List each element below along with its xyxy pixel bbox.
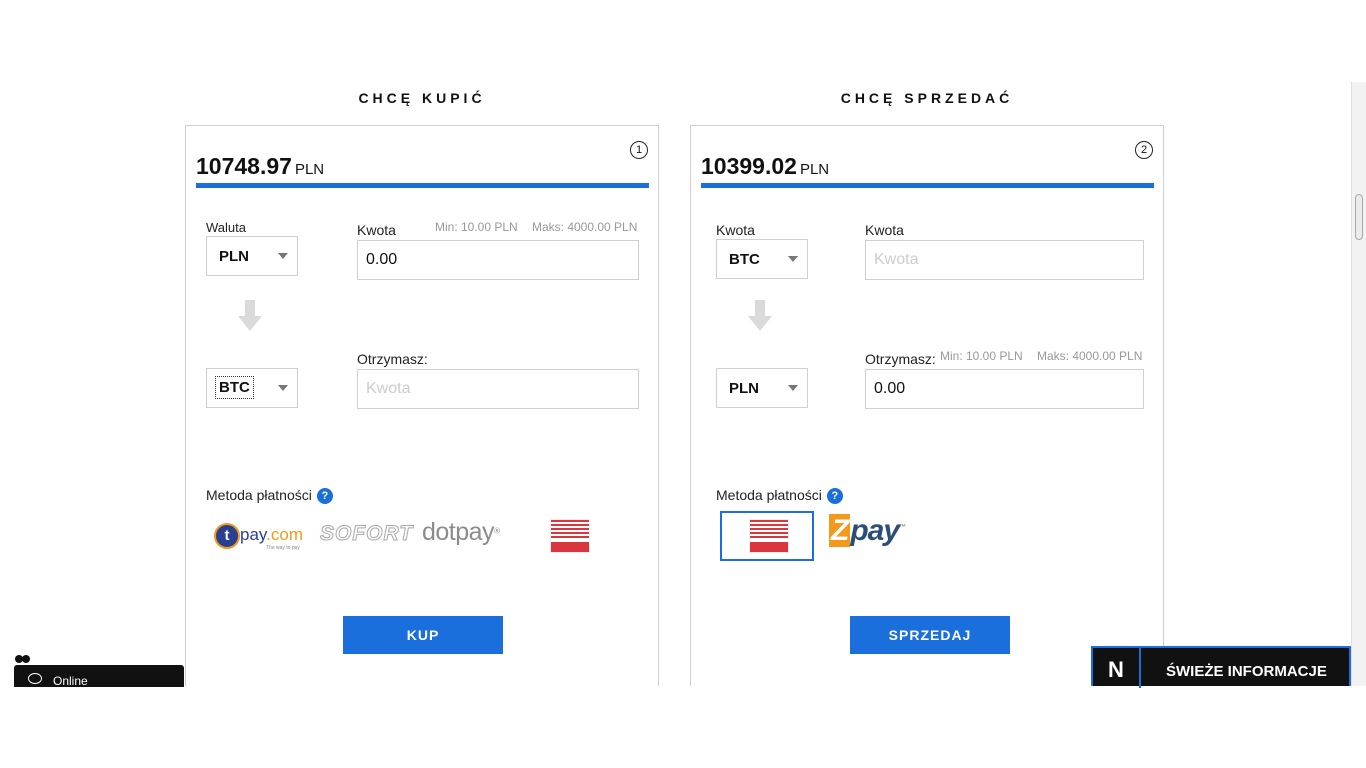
help-icon[interactable]: ?	[826, 488, 843, 505]
page-scrollbar[interactable]	[1351, 82, 1366, 686]
arrow-down-icon	[748, 300, 772, 332]
chat-bubble-icon	[28, 673, 42, 684]
news-widget[interactable]: N ŚWIEŻE INFORMACJE	[1091, 646, 1351, 688]
chevron-down-icon	[788, 256, 798, 262]
max-hint: Maks: 4000.00 PLN	[532, 220, 638, 234]
poczta-polska-option[interactable]	[550, 519, 590, 553]
amount-input[interactable]	[865, 240, 1144, 280]
chevron-down-icon	[278, 385, 288, 391]
amount-label: Kwota	[357, 222, 396, 238]
zpay-text: pay	[850, 514, 900, 547]
to-currency-value: PLN	[729, 380, 759, 397]
to-currency-select[interactable]: BTC	[206, 368, 298, 408]
from-currency-value: BTC	[729, 251, 760, 268]
chevron-down-icon	[278, 253, 288, 259]
from-currency-select[interactable]: BTC	[716, 239, 808, 279]
scrollbar-thumb[interactable]	[1355, 194, 1363, 240]
step-number: 2	[1135, 141, 1153, 159]
sell-panel: 2 10399.02PLN Kwota BTC Kwota PLN Otrzym…	[690, 125, 1164, 686]
receive-label: Otrzymasz:	[357, 351, 428, 367]
zpay-z-mark: Z	[829, 514, 851, 547]
amount-input[interactable]	[357, 240, 639, 280]
buy-button[interactable]: KUP	[343, 616, 503, 654]
min-hint: Min: 10.00 PLN	[940, 349, 1023, 363]
receive-label: Otrzymasz:	[865, 351, 936, 367]
price-underline	[701, 183, 1154, 188]
sell-price-currency: PLN	[799, 161, 830, 178]
chat-bar[interactable]: Online	[14, 665, 184, 688]
sell-heading: CHCĘ SPRZEDAĆ	[840, 90, 1014, 106]
from-currency-value: PLN	[219, 248, 249, 265]
sell-price-value: 10399.02	[701, 153, 797, 179]
poczta-polska-logo	[551, 520, 589, 540]
registered-mark: ®	[494, 526, 500, 536]
arrow-down-icon	[238, 300, 262, 332]
buy-heading: CHCĘ KUPIĆ	[358, 90, 486, 106]
currency-label: Waluta	[206, 220, 246, 235]
sell-button[interactable]: SPRZEDAJ	[850, 616, 1010, 654]
news-title: ŚWIEŻE INFORMACJE	[1166, 663, 1327, 680]
sell-price: 10399.02 PLN	[701, 153, 829, 180]
dotpay-logo: dotpay	[422, 518, 495, 546]
min-hint: Min: 10.00 PLN	[435, 220, 518, 234]
dotpay-option[interactable]: dotpay®	[422, 518, 500, 547]
receive-input[interactable]	[865, 369, 1144, 409]
news-logo-icon: N	[1093, 648, 1141, 688]
payment-method-label: Metoda płatności?	[206, 487, 333, 505]
poczta-polska-horn-icon	[551, 542, 589, 552]
trademark-mark: ™	[899, 524, 906, 531]
amount-label-left: Kwota	[716, 222, 755, 238]
buy-panel: 1 10748.97 PLN Waluta PLN Kwota Min: 10.0…	[185, 125, 659, 686]
tpay-logo-text: pay.com	[240, 525, 303, 544]
from-currency-select[interactable]: PLN	[206, 236, 298, 276]
payment-method-text: Metoda płatności	[206, 487, 312, 503]
to-currency-value: BTC	[215, 376, 254, 399]
to-currency-select[interactable]: PLN	[716, 368, 808, 408]
zpay-option[interactable]: Zpay™	[829, 514, 906, 548]
payment-method-label: Metoda płatności?	[716, 487, 843, 505]
poczta-polska-stripes	[750, 520, 788, 540]
receive-input[interactable]	[357, 369, 639, 409]
poczta-polska-horn-icon	[750, 542, 788, 552]
poczta-polska-logo	[749, 519, 789, 553]
main-viewport: CHCĘ KUPIĆ 1 10748.97 PLN Waluta PLN Kwot…	[0, 82, 1351, 686]
amount-label: Kwota	[865, 222, 904, 238]
price-underline	[196, 183, 649, 188]
help-icon[interactable]: ?	[316, 488, 333, 505]
tpay-logo-icon: t	[214, 523, 240, 549]
payment-method-text: Metoda płatności	[716, 487, 822, 503]
step-number: 1	[630, 141, 648, 159]
tpay-option[interactable]: t pay.com The way to pay	[214, 521, 304, 553]
chevron-down-icon	[788, 385, 798, 391]
chat-widget[interactable]: Online	[14, 650, 184, 688]
buy-price-value: 10748.97	[196, 153, 292, 179]
tpay-tagline: The way to pay	[266, 545, 300, 551]
poczta-polska-option-selected[interactable]	[720, 511, 814, 561]
buy-price-currency: PLN	[294, 161, 325, 178]
chat-status: Online	[53, 674, 88, 688]
sofort-option[interactable]: SOFORT	[319, 522, 413, 546]
max-hint: Maks: 4000.00 PLN	[1037, 349, 1143, 363]
buy-price: 10748.97 PLN	[196, 153, 324, 180]
